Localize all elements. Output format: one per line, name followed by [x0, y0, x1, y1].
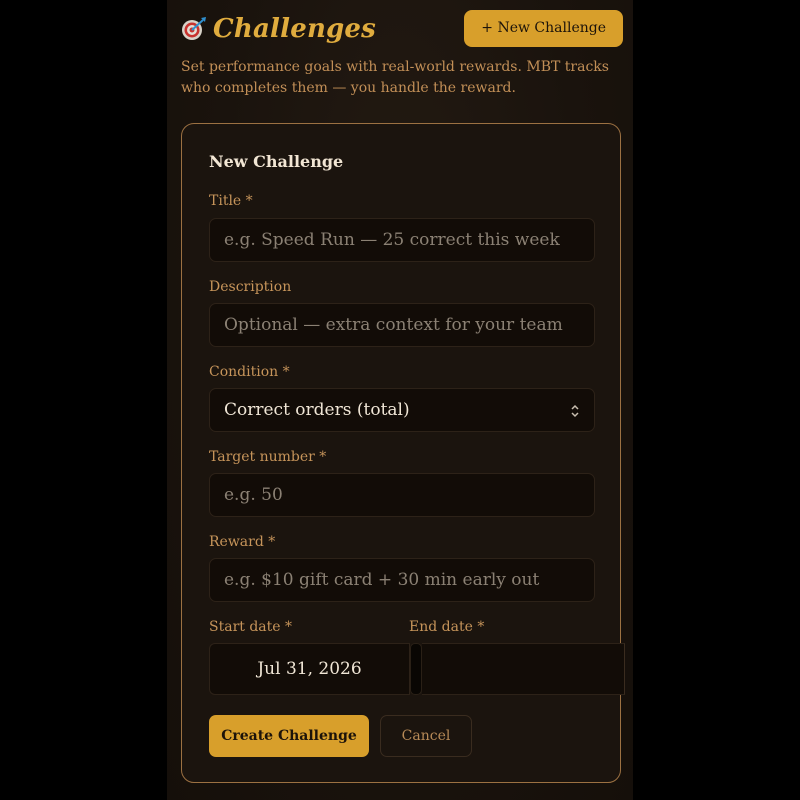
target-number-label: Target number * — [209, 449, 327, 465]
start-date-value: Jul 31, 2026 — [257, 659, 362, 679]
date-picker-handle[interactable] — [410, 643, 422, 695]
date-range-row: Jul 31, 2026 — [209, 643, 625, 695]
description-input[interactable] — [209, 303, 595, 347]
target-number-input[interactable] — [209, 473, 595, 517]
create-challenge-button[interactable]: Create Challenge — [209, 715, 369, 757]
title-input[interactable] — [209, 218, 595, 262]
page-header: Challenges + New Challenge — [181, 10, 623, 50]
end-date-label: End date * — [409, 619, 485, 635]
reward-input[interactable] — [209, 558, 595, 602]
target-dart-icon — [181, 16, 207, 42]
new-challenge-button[interactable]: + New Challenge — [464, 10, 623, 47]
page-subtitle: Set performance goals with real-world re… — [181, 59, 609, 96]
condition-selected-value: Correct orders (total) — [224, 400, 410, 420]
title-label: Title * — [209, 193, 253, 209]
start-date-label: Start date * — [209, 619, 293, 635]
chevron-up-down-icon — [570, 403, 580, 418]
new-challenge-form: New Challenge Title * Description Condit… — [181, 123, 625, 783]
cancel-button[interactable]: Cancel — [380, 715, 472, 757]
reward-label: Reward * — [209, 534, 276, 550]
condition-select[interactable]: Correct orders (total) — [209, 388, 595, 432]
condition-label: Condition * — [209, 364, 290, 380]
app-viewport: Challenges + New Challenge Set performan… — [167, 0, 633, 800]
page-title: Challenges — [213, 14, 377, 44]
title-group: Challenges — [181, 14, 376, 44]
form-heading: New Challenge — [209, 152, 344, 171]
description-label: Description — [209, 279, 292, 295]
start-date-input[interactable]: Jul 31, 2026 — [209, 643, 410, 695]
end-date-input[interactable] — [422, 643, 625, 695]
